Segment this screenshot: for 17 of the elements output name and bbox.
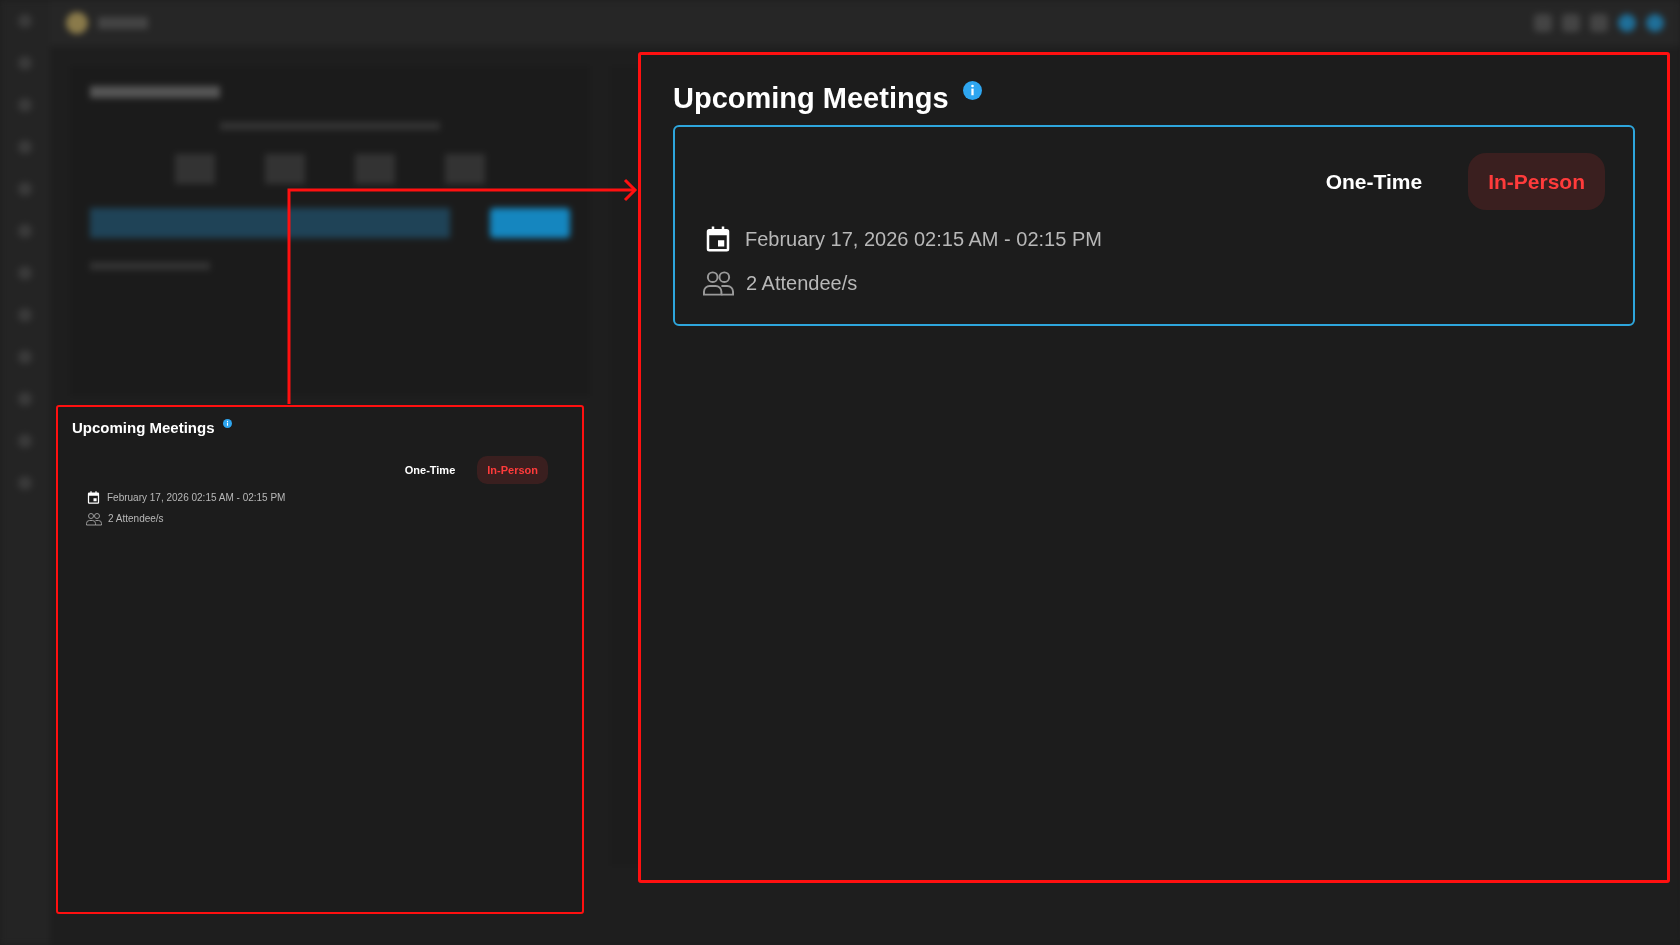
people-icon <box>703 270 734 296</box>
people-icon <box>86 511 102 526</box>
frequency-label: One-Time <box>1325 168 1423 195</box>
meeting-type-tag: In-Person <box>1468 152 1605 210</box>
meeting-datetime: February 17, 2026 02:15 AM - 02:15 PM <box>107 491 286 505</box>
info-icon[interactable] <box>962 81 982 100</box>
panel-title: Upcoming Meetings <box>673 81 949 116</box>
panel-title: Upcoming Meetings <box>72 418 215 438</box>
attendee-count: 2 Attendee/s <box>108 512 164 526</box>
attendee-count: 2 Attendee/s <box>746 271 858 296</box>
meeting-type-tag: In-Person <box>477 455 548 484</box>
meeting-datetime: February 17, 2026 02:15 AM - 02:15 PM <box>745 227 1102 252</box>
calendar-icon <box>86 490 101 505</box>
meeting-card[interactable]: One-Time In-Person February 17, 2026 02:15 AM - 02:15 PM 2 Attendee/s <box>72 455 568 534</box>
meeting-card[interactable]: One-Time In-Person February 17, 2026 02:15 AM - 02:15 PM 2 Attendee/s <box>673 124 1635 326</box>
frequency-label: One-Time <box>404 462 456 478</box>
info-icon[interactable] <box>222 419 232 428</box>
